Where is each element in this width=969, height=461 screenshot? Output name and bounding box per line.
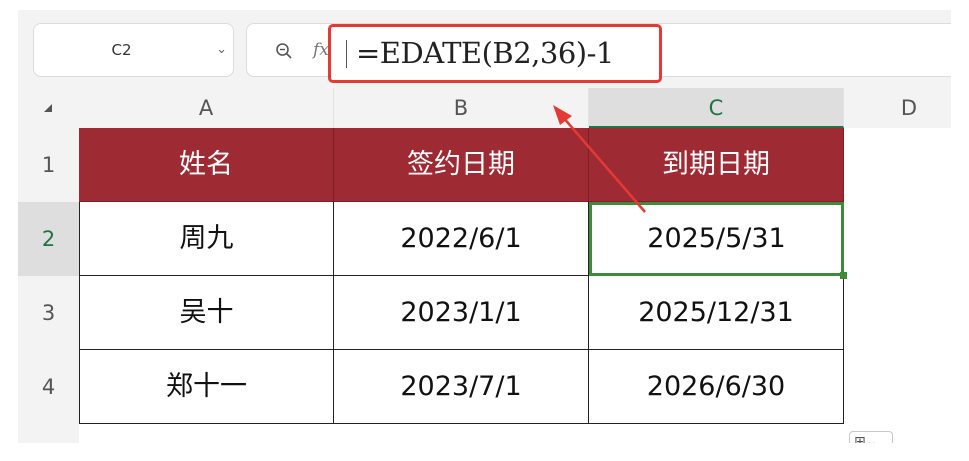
column-header-c[interactable]: C bbox=[589, 88, 844, 128]
selected-cell-c2[interactable]: 2025/5/31 bbox=[589, 202, 844, 276]
row-header-2[interactable]: 2 bbox=[18, 202, 79, 276]
table-header-cell[interactable]: 姓名 bbox=[79, 128, 334, 202]
name-box[interactable]: C2 ⌄ bbox=[33, 23, 234, 77]
fx-label[interactable]: fx bbox=[313, 24, 329, 76]
row-header-4[interactable]: 4 bbox=[18, 350, 79, 424]
table-cell[interactable]: 2026/6/30 bbox=[589, 350, 844, 424]
text-cursor bbox=[346, 40, 347, 68]
fill-handle[interactable] bbox=[840, 272, 847, 279]
table-cell[interactable]: 周九 bbox=[79, 202, 334, 276]
row-header-1[interactable]: 1 bbox=[18, 128, 79, 202]
formula-input[interactable]: =EDATE(B2,36)-1 bbox=[328, 24, 662, 83]
table-cell[interactable]: 吴十 bbox=[79, 276, 334, 350]
table-cell[interactable]: 2022/6/1 bbox=[334, 202, 589, 276]
spreadsheet-app: C2 ⌄ fx =EDATE(B2,36)-1 A B C D 1 2 3 4 … bbox=[18, 10, 951, 443]
table-header-cell[interactable]: 到期日期 bbox=[589, 128, 844, 202]
column-header-d[interactable]: D bbox=[844, 88, 951, 128]
table-cell[interactable]: 2023/1/1 bbox=[334, 276, 589, 350]
column-header-a[interactable]: A bbox=[79, 88, 334, 128]
table-cell[interactable]: 郑十一 bbox=[79, 350, 334, 424]
table-cell[interactable]: 2025/12/31 bbox=[589, 276, 844, 350]
column-header-b[interactable]: B bbox=[334, 88, 589, 128]
table-grid-icon[interactable]: ⊞⌄ bbox=[849, 431, 893, 443]
chevron-down-icon[interactable]: ⌄ bbox=[216, 24, 227, 76]
select-all-corner[interactable] bbox=[18, 88, 79, 128]
formula-text: =EDATE(B2,36)-1 bbox=[356, 36, 614, 70]
row-header-3[interactable]: 3 bbox=[18, 276, 79, 350]
table-cell[interactable]: 2023/7/1 bbox=[334, 350, 589, 424]
table-header-cell[interactable]: 签约日期 bbox=[334, 128, 589, 202]
zoom-icon[interactable] bbox=[275, 24, 293, 76]
cell-reference: C2 bbox=[111, 41, 132, 59]
